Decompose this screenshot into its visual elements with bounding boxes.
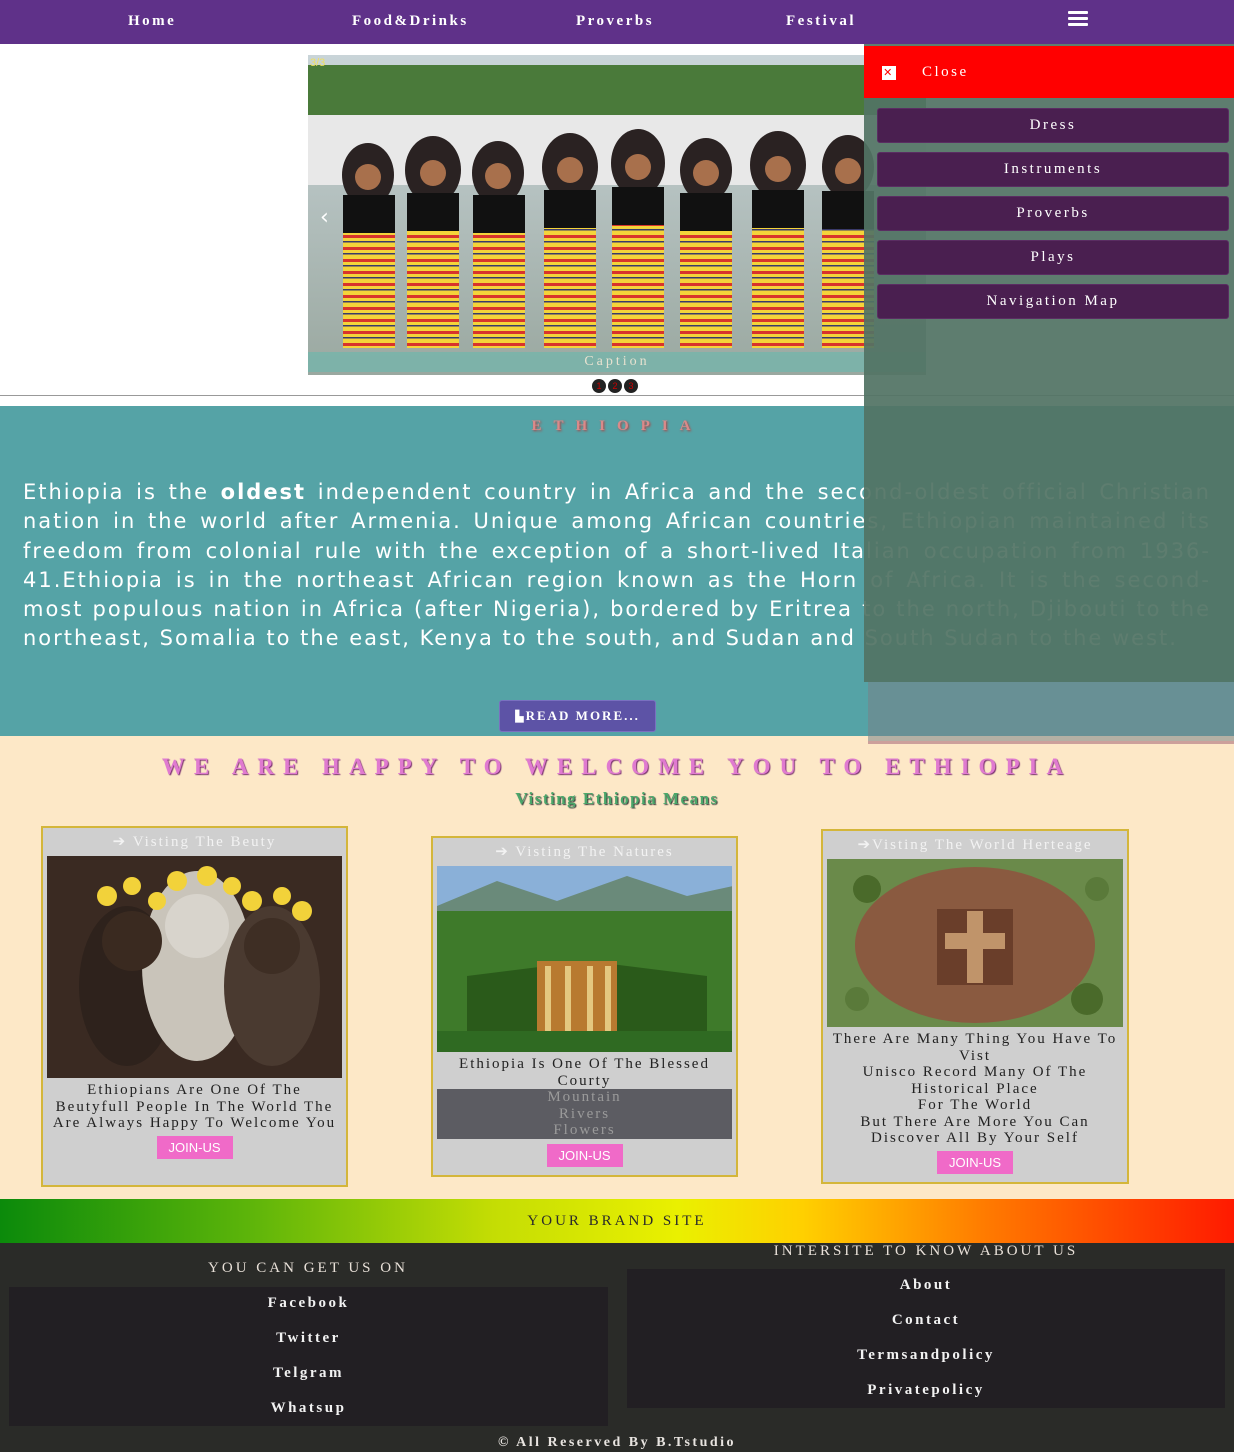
panel-item-plays[interactable]: Plays: [877, 240, 1229, 275]
card-text: There Are Many Thing You Have To Vist Un…: [823, 1027, 1127, 1147]
footer-link-whatsapp[interactable]: Whatsup: [9, 1400, 608, 1417]
nav-link-proverbs[interactable]: Proverbs: [576, 13, 654, 30]
nav-link-home[interactable]: Home: [128, 13, 176, 30]
card-image: [437, 866, 732, 1052]
card-text-line: There Are Many Thing You Have To Vist: [832, 1031, 1118, 1064]
image-slider: 3/3 ‹ Caption: [308, 55, 926, 375]
footer-link-privacy[interactable]: Privatepolicy: [627, 1382, 1225, 1399]
card-text-line: But There Are More You Can Discover All …: [860, 1113, 1090, 1147]
card-world-heritage: ➔Visting The World Herteage There Are Ma…: [821, 829, 1129, 1184]
card-heading: ➔ Visting The Beuty: [112, 834, 277, 850]
panel-item-proverbs[interactable]: Proverbs: [877, 196, 1229, 231]
slide-counter: 3/3: [310, 57, 326, 69]
side-panel: ✕ Close Dress Instruments Proverbs Plays…: [864, 44, 1234, 682]
read-more-label: READ MORE...: [525, 708, 640, 723]
footer-link-twitter[interactable]: Twitter: [9, 1330, 608, 1347]
slider-dot-2[interactable]: 2: [608, 379, 622, 393]
footer-link-about[interactable]: About: [627, 1277, 1225, 1294]
close-panel-button[interactable]: ✕ Close: [864, 46, 1234, 98]
list-item: Mountain: [547, 1089, 622, 1105]
paragraph-bold-word: oldest: [220, 480, 307, 504]
slide-caption: Caption: [308, 352, 926, 372]
slider-dot-3[interactable]: 3: [624, 379, 638, 393]
brand-bar: YOUR BRAND SITE: [0, 1199, 1234, 1243]
list-item: Rivers: [558, 1105, 611, 1122]
close-label: Close: [922, 64, 969, 80]
card-heading: ➔Visting The World Herteage: [857, 837, 1093, 853]
join-us-button[interactable]: JOIN-US: [937, 1150, 1013, 1174]
footer-link-terms[interactable]: Termsandpolicy: [627, 1347, 1225, 1364]
slider-dot-1[interactable]: 1: [592, 379, 606, 393]
slide-image: [308, 55, 926, 375]
hamburger-icon[interactable]: [1068, 11, 1088, 29]
card-natures: ➔ Visting The Natures Ethiopia Is One Of…: [431, 836, 738, 1177]
card-image: [827, 859, 1123, 1027]
panel-item-instruments[interactable]: Instruments: [877, 152, 1229, 187]
card-heading: ➔ Visting The Natures: [495, 844, 674, 860]
footer-link-facebook[interactable]: Facebook: [9, 1295, 608, 1312]
copyright: © All Reserved By B.Tstudio: [497, 1435, 737, 1450]
nav-link-festival[interactable]: Festival: [786, 13, 856, 30]
card-image: [47, 856, 342, 1078]
card-beauty: ➔ Visting The Beuty Ethiopians Are One O…: [41, 826, 348, 1187]
join-us-button[interactable]: JOIN-US: [546, 1143, 623, 1167]
card-text-line: Unisco Record Many Of The Historical Pla…: [862, 1064, 1088, 1097]
footer: YOU CAN GET US ON Facebook Twitter Telgr…: [0, 1243, 1234, 1452]
footer-social-title: YOU CAN GET US ON: [208, 1260, 408, 1276]
welcome-title: WE ARE HAPPY TO WELCOME YOU TO ETHIOPIA: [161, 754, 1073, 779]
slider-dots: 1 2 3: [592, 379, 638, 393]
close-icon: ✕: [882, 66, 896, 80]
footer-link-telegram[interactable]: Telgram: [9, 1365, 608, 1382]
join-us-button[interactable]: JOIN-US: [156, 1135, 233, 1159]
footer-link-contact[interactable]: Contact: [627, 1312, 1225, 1329]
footer-about-box: About Contact Termsandpolicy Privatepoli…: [627, 1269, 1225, 1408]
card-text: Ethiopians Are One Of The Beutyfull Peop…: [52, 1082, 337, 1131]
card-text: Ethiopia Is One Of The Blessed Courty: [459, 1056, 710, 1089]
card-feature-list: Mountain Rivers Flowers: [437, 1089, 732, 1139]
book-icon: ▙: [515, 710, 526, 723]
list-item: Flowers: [553, 1122, 616, 1138]
welcome-section: WE ARE HAPPY TO WELCOME YOU TO ETHIOPIA …: [0, 736, 1234, 1199]
slide-prev-arrow[interactable]: ‹: [320, 205, 329, 230]
side-panel-shadow: [868, 682, 1234, 744]
footer-about-title: INTERSITE TO KNOW ABOUT US: [773, 1243, 1079, 1259]
footer-social-box: Facebook Twitter Telgram Whatsup: [9, 1287, 608, 1426]
nav-link-food-drinks[interactable]: Food&Drinks: [352, 13, 469, 30]
welcome-subtitle: Visting Ethiopia Means: [515, 789, 719, 808]
paragraph-start: Ethiopia is the: [23, 480, 221, 504]
top-navigation-bar: Home Food&Drinks Proverbs Festival: [0, 0, 1234, 44]
panel-item-dress[interactable]: Dress: [877, 108, 1229, 143]
panel-item-navigation-map[interactable]: Navigation Map: [877, 284, 1229, 319]
read-more-button[interactable]: ▙READ MORE...: [499, 700, 656, 732]
card-text-line: For The World: [917, 1097, 1033, 1113]
